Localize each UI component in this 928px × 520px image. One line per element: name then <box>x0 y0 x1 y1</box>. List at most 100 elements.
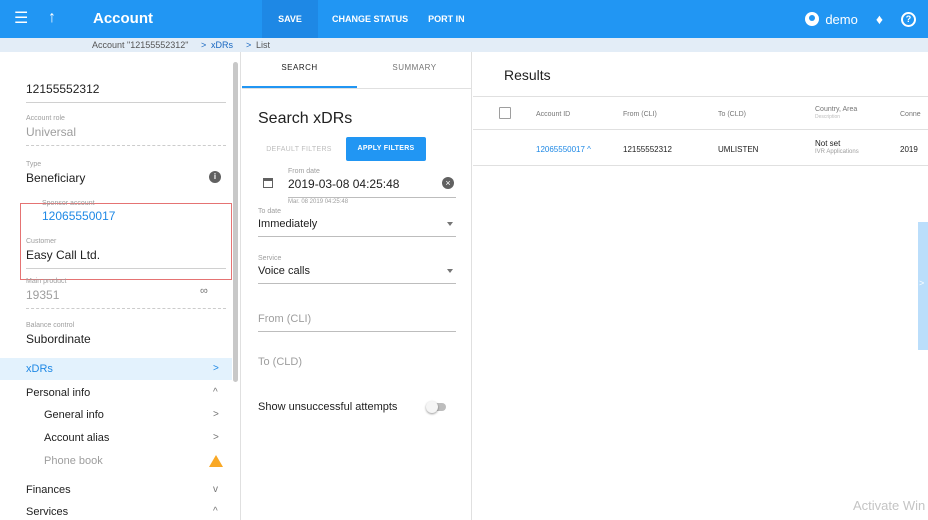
divider <box>288 197 456 198</box>
apply-filters-button[interactable]: APPLY FILTERS <box>346 137 426 161</box>
clear-icon[interactable]: × <box>442 177 454 189</box>
main-product-value: 19351 <box>26 288 60 302</box>
from-cli-input[interactable]: From (CLI) <box>258 312 456 332</box>
unsuccessful-attempts-label: Show unsuccessful attempts <box>258 401 398 413</box>
sidebar-item-label: Account alias <box>44 432 110 444</box>
account-role-field: Account role Universal <box>26 114 226 146</box>
sidebar-item-general-info[interactable]: General info > <box>0 404 232 426</box>
customer-label: Customer <box>26 238 57 245</box>
sidebar-scrollbar[interactable] <box>233 62 238 382</box>
breadcrumb-account[interactable]: Account "12155552312" <box>92 38 188 52</box>
from-date-hint: Mar. 08 2019 04:25:48 <box>288 199 349 205</box>
account-number: 12155552312 <box>26 82 100 96</box>
to-cld-cell: UMLISTEN <box>718 145 759 154</box>
from-cli-cell: 12155552312 <box>623 145 672 154</box>
customer-field: Customer Easy Call Ltd. <box>26 237 226 269</box>
sidebar-item-label: Personal info <box>26 387 91 399</box>
search-title: Search xDRs <box>258 110 353 127</box>
column-account-id[interactable]: Account ID <box>536 111 570 118</box>
country-value: Not set <box>815 139 841 148</box>
service-text: Voice calls <box>258 265 310 277</box>
divider <box>242 88 472 89</box>
sponsor-account-link[interactable]: 12065550017 <box>42 209 240 224</box>
search-tabs: SEARCH SUMMARY <box>242 52 472 88</box>
change-status-button[interactable]: CHANGE STATUS <box>322 0 418 38</box>
service-select[interactable]: Service Voice calls <box>258 254 456 284</box>
bell-icon[interactable]: ♦ <box>876 11 883 27</box>
column-to-cld[interactable]: To (CLD) <box>718 111 746 118</box>
side-panel-handle[interactable]: > <box>918 222 928 350</box>
sidebar-item-label: Phone book <box>44 455 103 467</box>
chevron-right-icon: > <box>213 409 219 420</box>
sidebar-item-account-alias[interactable]: Account alias > <box>0 427 232 449</box>
default-filters-button[interactable]: DEFAULT FILTERS <box>258 139 340 161</box>
breadcrumb-xdrs[interactable]: xDRs <box>211 38 233 52</box>
page-title: Account <box>93 10 153 27</box>
column-from-cli[interactable]: From (CLI) <box>623 111 657 118</box>
warning-icon <box>209 455 223 467</box>
chevron-right-icon: > <box>213 432 219 443</box>
chevron-down-icon: v <box>213 484 218 495</box>
country-area-cell: Not set IVR Applications <box>815 139 859 155</box>
tab-summary[interactable]: SUMMARY <box>357 52 472 88</box>
sponsor-account-field: Sponsor account 12065550017 <box>42 199 240 224</box>
to-date-select[interactable]: To date Immediately <box>258 207 456 237</box>
sidebar-item-finances[interactable]: Finances v <box>0 479 232 501</box>
info-icon[interactable]: i <box>209 171 221 183</box>
column-description-label: Description <box>815 114 841 120</box>
column-country-area-label: Country, Area <box>815 106 858 113</box>
account-circle-icon[interactable] <box>805 12 820 26</box>
account-number-field: 12155552312 <box>26 80 226 103</box>
results-panel: Results Account ID From (CLI) To (CLD) C… <box>473 52 928 520</box>
sidebar-item-personal-info[interactable]: Personal info ^ <box>0 382 232 404</box>
hamburger-menu-icon[interactable]: ☰ <box>14 11 28 27</box>
description-value: IVR Applications <box>815 149 859 155</box>
activate-windows-watermark: Activate Win <box>853 498 926 513</box>
results-table-header: Account ID From (CLI) To (CLD) Country, … <box>473 96 928 130</box>
balance-control-value: Subordinate <box>26 332 91 346</box>
to-date-value: Immediately <box>258 217 456 231</box>
sidebar-item-phone-book[interactable]: Phone book <box>0 450 232 472</box>
type-value: Beneficiary <box>26 171 86 185</box>
breadcrumb: Account "12155552312" > xDRs > List <box>0 38 928 52</box>
connect-time-cell: 2019 <box>900 145 918 154</box>
save-button[interactable]: SAVE <box>262 0 318 38</box>
sidebar-item-services[interactable]: Services ^ <box>0 501 232 520</box>
select-all-checkbox[interactable] <box>499 107 511 119</box>
arrow-up-icon[interactable]: ↑ <box>48 9 56 27</box>
calendar-icon[interactable] <box>263 178 273 188</box>
results-title: Results <box>504 67 551 83</box>
from-date-input[interactable]: 2019-03-08 04:25:48 <box>288 177 399 191</box>
column-country-area[interactable]: Country, Area Description <box>815 106 857 120</box>
to-cld-placeholder: To (CLD) <box>258 356 303 368</box>
divider <box>26 145 226 146</box>
divider <box>26 268 226 269</box>
to-cld-input[interactable]: To (CLD) <box>258 355 456 369</box>
chevron-up-icon: ^ <box>213 387 218 398</box>
link-icon[interactable]: ∞ <box>200 285 208 297</box>
tab-search[interactable]: SEARCH <box>242 52 357 88</box>
service-value: Voice calls <box>258 264 456 278</box>
account-role-label: Account role <box>26 115 65 122</box>
chevron-right-icon: > <box>213 363 219 374</box>
user-name[interactable]: demo <box>825 12 858 27</box>
customer-value: Easy Call Ltd. <box>26 248 101 262</box>
main-product-field: Main product 19351 <box>26 277 226 309</box>
port-in-button[interactable]: PORT IN <box>418 0 475 38</box>
help-icon[interactable]: ? <box>901 11 916 27</box>
search-panel: SEARCH SUMMARY Search xDRs DEFAULT FILTE… <box>242 52 472 520</box>
account-id-link[interactable]: 12065550017 ^ <box>536 145 591 154</box>
dropdown-arrow-icon <box>447 222 453 226</box>
top-app-bar: ☰ ↑ Account SAVE CHANGE STATUS PORT IN d… <box>0 0 928 38</box>
unsuccessful-attempts-toggle[interactable] <box>426 401 446 413</box>
to-date-label: To date <box>258 208 281 215</box>
column-connect[interactable]: Conne <box>900 111 921 118</box>
breadcrumb-separator-icon: > <box>246 40 252 50</box>
chevron-up-icon: ^ <box>213 506 218 517</box>
account-sidebar: 12155552312 Account role Universal Type … <box>0 52 241 520</box>
breadcrumb-list: List <box>256 40 271 50</box>
chevron-right-icon: > <box>919 278 925 288</box>
sidebar-item-xdrs[interactable]: xDRs > <box>0 358 232 380</box>
table-row[interactable]: 12065550017 ^ 12155552312 UMLISTEN Not s… <box>473 130 928 166</box>
from-cli-placeholder: From (CLI) <box>258 313 312 325</box>
